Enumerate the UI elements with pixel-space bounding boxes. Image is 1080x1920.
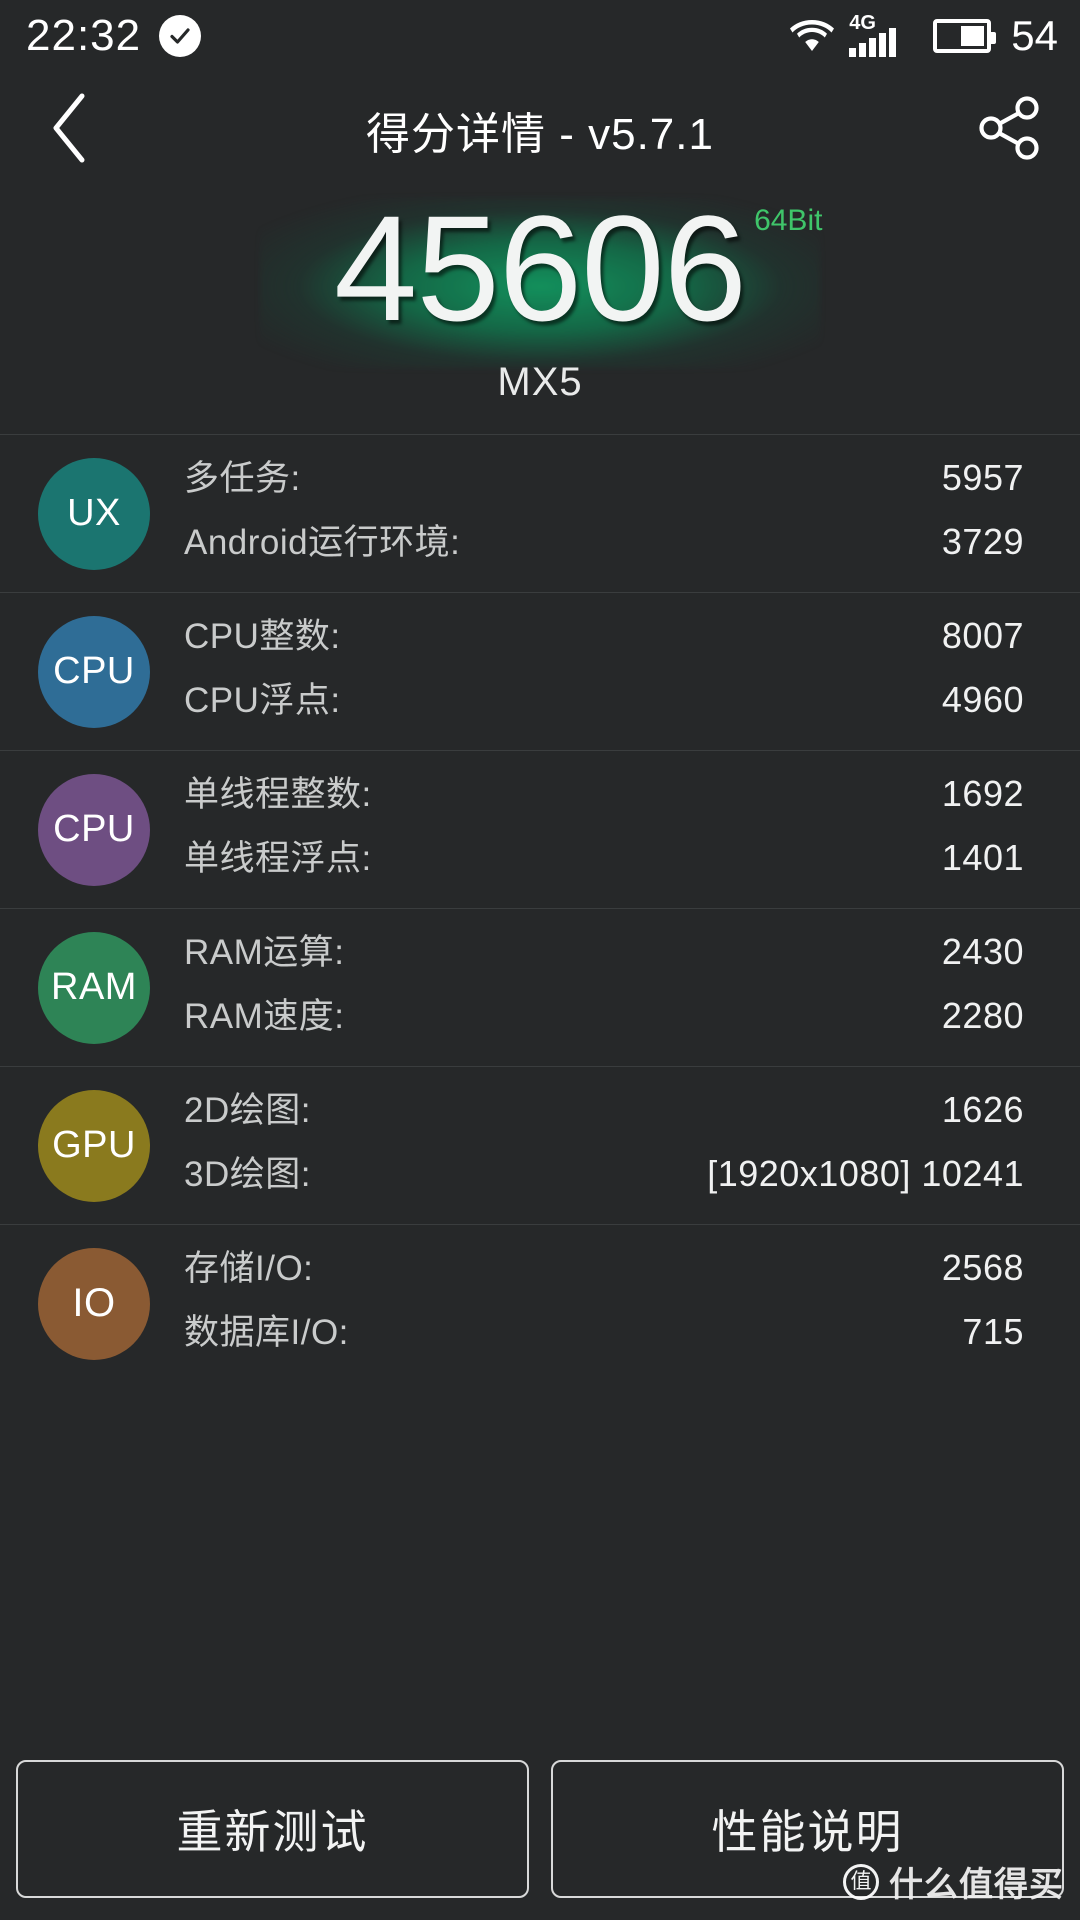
metric-item: 2D绘图: 1626 [184,1082,1024,1146]
metric-item: RAM运算: 2430 [184,924,1024,988]
category-badge-ux: UX [38,457,150,570]
category-badge-cpu-single: CPU [38,773,150,886]
score-group-row[interactable]: RAM RAM运算: 2430 RAM速度: 2280 [0,908,1080,1066]
category-badge-cpu-multi: CPU [38,615,150,728]
metric-value: 8007 [941,614,1024,656]
score-hero: 45606 64Bit MX5 [0,188,1080,434]
metric-value: 2280 [941,994,1024,1036]
category-badge-ram: RAM [38,931,150,1044]
back-button[interactable] [0,72,140,188]
battery-icon [933,19,997,53]
title-bar: 得分详情 - v5.7.1 [0,72,1080,188]
device-model: MX5 [497,360,583,404]
metric-list: 单线程整数: 1692 单线程浮点: 1401 [184,766,1024,894]
total-score: 45606 [333,184,747,352]
metric-item: 存储I/O: 2568 [184,1240,1024,1304]
score-wrap: 45606 64Bit [333,184,823,352]
metric-label: 数据库I/O: [184,1312,349,1352]
metric-value: 3729 [941,520,1024,562]
metric-item: 多任务: 5957 [184,450,1024,514]
metric-value: [1920x1080] 10241 [707,1152,1024,1194]
watermark: 值 什么值得买 [843,1857,1064,1906]
metric-label: 存储I/O: [184,1248,314,1288]
retest-button[interactable]: 重新测试 [16,1760,529,1898]
check-circle-icon [159,15,202,57]
metric-label: 单线程浮点: [184,838,372,878]
category-badge-io: IO [38,1247,150,1360]
status-right-cluster: 4G 54 [789,12,1058,59]
category-badge-gpu: GPU [38,1089,150,1202]
metric-label: 3D绘图: [184,1154,311,1194]
bit-badge: 64Bit [754,204,823,237]
metric-item: CPU浮点: 4960 [184,672,1024,736]
metric-value: 5957 [941,456,1024,498]
metric-value: 2568 [941,1246,1024,1288]
score-group-row[interactable]: UX 多任务: 5957 Android运行环境: 3729 [0,434,1080,592]
metric-item: RAM速度: 2280 [184,988,1024,1052]
metric-value: 4960 [941,678,1024,720]
metric-label: Android运行环境: [184,522,461,562]
antutu-score-detail-screen: 22:32 4G 54 得分详情 - v5.7.1 45606 64Bit MX… [0,0,1080,1920]
back-chevron-icon [48,90,92,171]
metric-value: 715 [962,1310,1024,1352]
metric-label: CPU整数: [184,616,341,656]
metric-value: 1401 [941,836,1024,878]
metric-list: 2D绘图: 1626 3D绘图: [1920x1080] 10241 [184,1082,1024,1210]
share-icon [977,95,1043,166]
metric-item: 3D绘图: [1920x1080] 10241 [184,1146,1024,1210]
metric-label: 单线程整数: [184,774,372,814]
status-clock: 22:32 [26,11,142,60]
metric-list: RAM运算: 2430 RAM速度: 2280 [184,924,1024,1052]
metric-label: 多任务: [184,458,301,498]
metric-item: 单线程浮点: 1401 [184,830,1024,894]
wifi-icon [789,15,835,58]
metric-label: RAM运算: [184,932,345,972]
metric-label: RAM速度: [184,996,345,1036]
page-title: 得分详情 - v5.7.1 [366,110,714,159]
metric-item: Android运行环境: 3729 [184,514,1024,578]
watermark-text: 什么值得买 [889,1866,1064,1904]
metric-value: 2430 [941,930,1024,972]
cellular-signal-icon: 4G [849,12,919,57]
watermark-logo-icon: 值 [843,1863,879,1900]
share-button[interactable] [940,72,1080,188]
metric-label: CPU浮点: [184,680,341,720]
battery-percent-label: 54 [1011,12,1058,59]
metric-value: 1626 [941,1088,1024,1130]
status-bar: 22:32 4G 54 [0,0,1080,72]
footer-area: 重新测试 性能说明 值 什么值得买 [0,1450,1080,1920]
score-group-row[interactable]: GPU 2D绘图: 1626 3D绘图: [1920x1080] 10241 [0,1066,1080,1224]
score-group-row[interactable]: CPU 单线程整数: 1692 单线程浮点: 1401 [0,750,1080,908]
metric-value: 1692 [941,772,1024,814]
metric-list: 存储I/O: 2568 数据库I/O: 715 [184,1240,1024,1368]
metric-item: 单线程整数: 1692 [184,766,1024,830]
metric-list: CPU整数: 8007 CPU浮点: 4960 [184,608,1024,736]
metric-item: CPU整数: 8007 [184,608,1024,672]
metric-label: 2D绘图: [184,1090,311,1130]
network-type-label: 4G [849,12,876,34]
score-group-row[interactable]: CPU CPU整数: 8007 CPU浮点: 4960 [0,592,1080,750]
score-breakdown-list: UX 多任务: 5957 Android运行环境: 3729 CPU CPU整数… [0,434,1080,1382]
metric-item: 数据库I/O: 715 [184,1304,1024,1368]
score-group-row[interactable]: IO 存储I/O: 2568 数据库I/O: 715 [0,1224,1080,1382]
metric-list: 多任务: 5957 Android运行环境: 3729 [184,450,1024,578]
